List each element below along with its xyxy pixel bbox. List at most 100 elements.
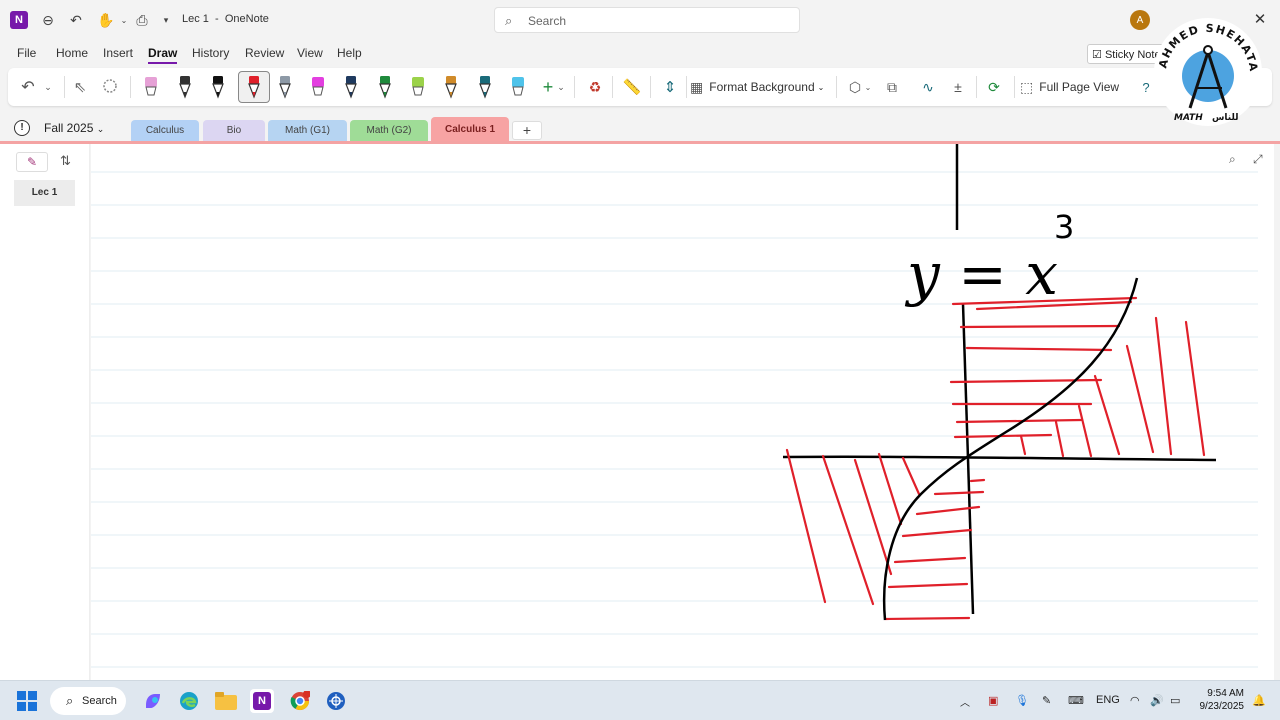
chrome-icon[interactable] <box>288 689 312 713</box>
section-tab[interactable]: Math (G1) <box>268 120 347 142</box>
ink-to-text-icon[interactable]: ⧉ <box>880 74 904 100</box>
chevron-down-icon[interactable]: ⌄ <box>42 74 54 100</box>
search-input[interactable]: ⌕ Search <box>494 7 800 33</box>
ink-replay-icon[interactable]: ⟳ <box>982 74 1006 100</box>
hatch-stroke <box>1093 374 1121 456</box>
network-app-icon[interactable] <box>324 689 348 713</box>
green-pen-icon[interactable] <box>372 74 398 100</box>
menu-home[interactable]: Home <box>56 46 88 60</box>
clock[interactable]: 9:54 AM 9/23/2025 <box>1192 687 1245 713</box>
undo-icon[interactable]: ↶ <box>16 74 40 100</box>
section-tab[interactable]: Calculus 1 <box>431 117 509 142</box>
copilot-icon[interactable] <box>141 689 165 713</box>
app-name: OneNote <box>224 13 269 25</box>
microphone-icon[interactable]: 🎙 <box>1015 694 1029 707</box>
ribbon-divider <box>64 76 65 98</box>
ribbon-divider <box>574 76 575 98</box>
section-tab[interactable]: Math (G2) <box>350 120 428 142</box>
battery-icon[interactable]: ▭ <box>1170 694 1180 707</box>
menu-draw[interactable]: Draw <box>148 46 178 64</box>
hatch-stroke <box>949 378 1103 384</box>
chevron-down-icon[interactable]: ⌄ <box>114 10 134 30</box>
edge-icon[interactable] <box>177 689 201 713</box>
full-page-view-button[interactable]: ⬚ Full Page View <box>1020 74 1136 100</box>
page-item[interactable]: Lec 1 <box>14 180 75 206</box>
avatar[interactable]: A <box>1130 10 1150 30</box>
gray-pen-icon[interactable] <box>272 74 298 100</box>
black-pen-icon[interactable] <box>205 74 231 100</box>
math-icon[interactable]: ± <box>946 74 970 100</box>
back-icon[interactable]: ⊖ <box>38 10 58 30</box>
date: 9/23/2025 <box>1199 701 1245 712</box>
navy-pen-icon[interactable] <box>338 74 364 100</box>
defender-icon[interactable]: ▣ <box>988 694 998 707</box>
search-icon[interactable]: ⌕ <box>1229 152 1236 167</box>
black-pen-outline-icon[interactable] <box>172 74 198 100</box>
red-pen-icon[interactable] <box>238 71 270 103</box>
ruler-icon[interactable]: 📏 <box>620 74 644 100</box>
onenote-taskbar-icon[interactable]: N <box>250 689 274 713</box>
expand-icon[interactable]: ⤢ <box>1253 152 1263 167</box>
wifi-icon[interactable]: ◠ <box>1130 694 1140 707</box>
ribbon-divider <box>1014 76 1015 98</box>
add-section-button[interactable]: + <box>512 121 542 140</box>
customize-toolbar-icon[interactable]: ▾ <box>156 10 176 30</box>
onenote-window: N ⊖ ↶ ✋ ⌄ ⎙ ▾ Lec 1 - OneNote ⌕ Search A… <box>0 0 1280 680</box>
draw-ribbon: ↶ ⌄ ⇖ + ⌄ ♻ 📏 ⇕ ▦ Format Background ⌄ ⬡ … <box>8 68 1272 106</box>
onenote-logo-icon: N <box>10 11 28 29</box>
format-background-label: Format Background <box>709 80 815 94</box>
note-canvas[interactable]: y = x 3 ⌕ ⤢ <box>91 144 1274 680</box>
chevron-down-icon: ⌄ <box>817 82 825 92</box>
touch-mode-icon[interactable]: ✋ <box>96 10 116 30</box>
windows-start-icon[interactable] <box>15 689 39 713</box>
undo-icon[interactable]: ↶ <box>66 10 86 30</box>
add-page-icon[interactable]: ✎ <box>16 152 48 172</box>
lasso-icon[interactable] <box>98 74 122 100</box>
menu-review[interactable]: Review <box>245 46 284 60</box>
taskbar-search-button[interactable]: ⌕ Search <box>50 687 126 715</box>
sticky-notes-icon: ☑ <box>1092 49 1102 61</box>
hatch-stroke <box>1054 420 1065 458</box>
keyboard-icon[interactable]: ⌨ <box>1068 694 1084 707</box>
hatch-stroke <box>933 490 985 496</box>
magenta-highlighter-icon[interactable] <box>305 74 331 100</box>
section-tab[interactable]: Bio <box>203 120 265 142</box>
menu-help[interactable]: Help <box>337 46 362 60</box>
hatch-stroke <box>887 582 969 589</box>
menu-insert[interactable]: Insert <box>103 46 133 60</box>
galaxy-pen-icon[interactable] <box>438 74 464 100</box>
select-cursor-icon[interactable]: ⇖ <box>68 74 92 100</box>
chevron-down-icon[interactable]: ⌄ <box>863 74 873 100</box>
chevron-down-icon[interactable]: ⌄ <box>556 74 566 100</box>
sort-pages-icon[interactable]: ⇅ <box>60 153 71 169</box>
input-language[interactable]: ENG <box>1096 694 1120 706</box>
file-explorer-icon[interactable] <box>214 689 238 713</box>
teal-pen-icon[interactable] <box>472 74 498 100</box>
pen-menu-icon[interactable]: ✎ <box>1042 694 1051 707</box>
print-icon[interactable]: ⎙ <box>132 10 152 30</box>
hatch-stroke <box>901 456 921 496</box>
ribbon-divider <box>130 76 131 98</box>
lime-highlighter-icon[interactable] <box>405 74 431 100</box>
ribbon-divider <box>612 76 613 98</box>
chevron-up-icon[interactable]: ︿ <box>960 694 970 709</box>
hatch-stroke <box>969 478 986 483</box>
pink-highlighter-icon[interactable] <box>138 74 164 100</box>
notifications-icon[interactable]: 🔔 <box>1252 694 1266 707</box>
sync-warning-icon[interactable]: ! <box>14 120 30 136</box>
menu-history[interactable]: History <box>192 46 229 60</box>
ink-to-shape-icon[interactable]: ♻ <box>584 74 606 100</box>
add-pen-icon[interactable]: + <box>538 74 558 100</box>
section-tab[interactable]: Calculus <box>131 120 199 142</box>
format-background-button[interactable]: ▦ Format Background ⌄ <box>690 74 830 100</box>
ink-to-math-icon[interactable]: ∿ <box>916 74 940 100</box>
menu-file[interactable]: File <box>17 46 36 60</box>
menu-view[interactable]: View <box>297 46 323 60</box>
volume-icon[interactable]: 🔊 <box>1150 694 1164 707</box>
cyan-highlighter-icon[interactable] <box>505 74 531 100</box>
formula-exponent: 3 <box>1054 208 1074 246</box>
hatch-stroke <box>959 324 1121 329</box>
brand-sub-left: MATH <box>1174 113 1203 123</box>
notebook-picker[interactable]: Fall 2025 ⌄ <box>44 121 104 135</box>
insert-space-icon[interactable]: ⇕ <box>658 74 682 100</box>
